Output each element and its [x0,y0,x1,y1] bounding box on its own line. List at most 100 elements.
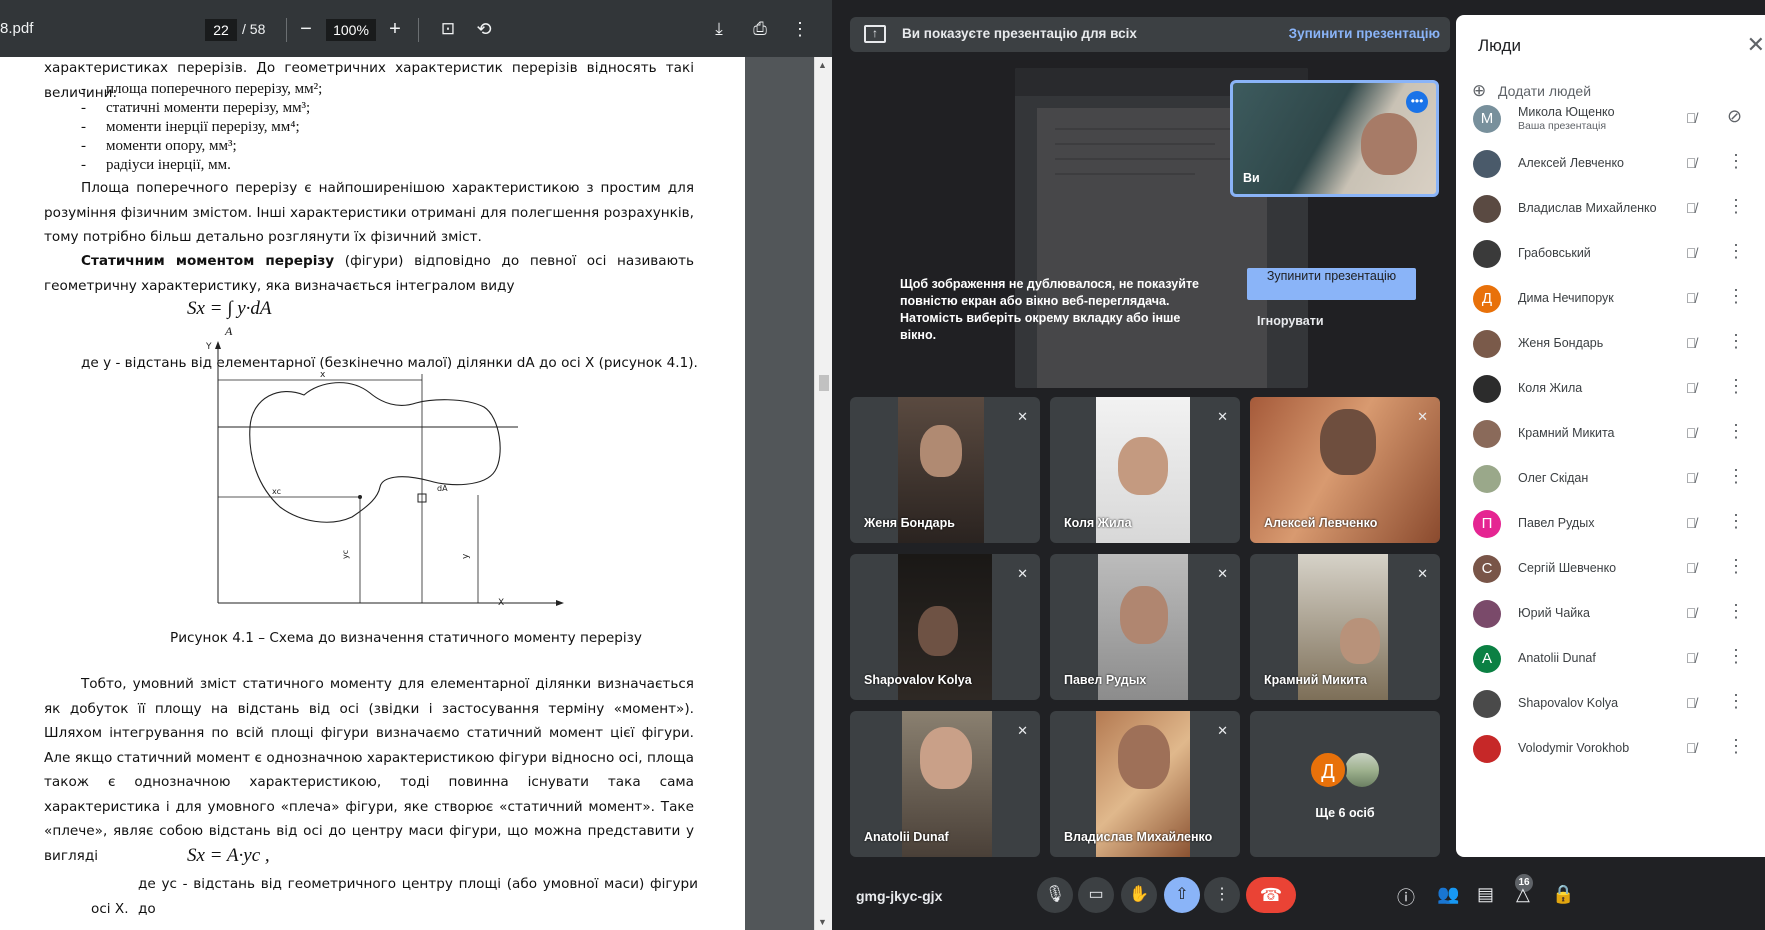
more-vert-icon[interactable]: ⋮ [1727,556,1745,577]
avatar: Д [1473,285,1501,313]
presentation-area: ••• Ви Щоб зображення не дублювалося, не… [850,60,1450,390]
participant-row[interactable]: Алексей Левченко 🎙̸ ⋮ [1456,143,1765,193]
scroll-up-icon[interactable]: ▲ [818,60,827,70]
more-vert-icon[interactable]: ⋮ [1727,241,1745,262]
more-vert-icon[interactable]: ⋮ [1727,376,1745,397]
participant-row[interactable]: Volodymir Vorokhob 🎙̸ ⋮ [1456,728,1765,778]
fit-page-icon[interactable]: ⊡ [433,14,463,44]
microphone-icon[interactable]: 🎙 [1037,877,1073,913]
formula-static-moment: Sx = ∫ y·dA [187,298,272,319]
more-vert-icon[interactable]: ⋮ [1727,601,1745,622]
participant-name: Олег Скідан [1518,471,1589,485]
chat-icon[interactable]: ▤ [1477,884,1494,905]
participant-row[interactable]: Олег Скідан 🎙̸ ⋮ [1456,458,1765,508]
participant-name: Shapovalov Kolya [1518,696,1619,710]
more-options-icon[interactable]: ••• [1406,91,1428,113]
more-participants-tile[interactable]: Д Ще 6 осіб [1250,711,1440,857]
mirror-warning-text: Щоб зображення не дублювалося, не показу… [900,277,1200,342]
info-icon[interactable]: ⓘ [1397,884,1415,910]
participant-tile[interactable]: ✕ Крамний Микита [1250,554,1440,700]
more-vert-icon[interactable]: ⋮ [1727,196,1745,217]
stop-presenting-button[interactable]: Зупинити презентацію [1247,268,1416,300]
participant-row[interactable]: Грабовський 🎙̸ ⋮ [1456,233,1765,283]
participant-row[interactable]: Коля Жила 🎙̸ ⋮ [1456,368,1765,418]
more-vert-icon[interactable]: ⋮ [1727,736,1745,757]
host-controls-icon[interactable]: 🔒 [1552,884,1574,905]
mic-off-icon: 🎙̸ [1686,155,1697,171]
print-icon[interactable]: ⎙ [745,14,775,44]
participant-row[interactable]: Владислав Михайленко 🎙̸ ⋮ [1456,188,1765,238]
zoom-out-button[interactable]: − [291,14,321,44]
pdf-scrollbar[interactable]: ▲ ▼ [814,57,832,930]
participant-tile[interactable]: ✕ Павел Рудых [1050,554,1240,700]
mic-off-icon: 🎙̸ [1686,245,1697,261]
participant-face [1118,725,1170,789]
present-screen-icon[interactable]: ⇧ [1164,877,1200,913]
participant-tile[interactable]: ✕ Shapovalov Kolya [850,554,1040,700]
participant-row[interactable]: Д Дима Нечипорук 🎙̸ ⋮ [1456,278,1765,328]
participant-row[interactable]: Крамний Микита 🎙̸ ⋮ [1456,413,1765,463]
more-participants-label: Ще 6 осіб [1315,806,1375,820]
more-options-icon[interactable]: ⋮ [1204,877,1240,913]
meet-window: ↑ Ви показуєте презентацію для всіх Зупи… [832,0,1765,930]
present-screen-icon: ↑ [864,25,886,43]
participant-name: Anatolii Dunaf [1518,651,1596,665]
participant-tile[interactable]: ✕ Коля Жила [1050,397,1240,543]
more-vert-icon[interactable]: ⋮ [1727,466,1745,487]
more-vert-icon[interactable]: ⋮ [1727,331,1745,352]
participant-row[interactable]: Shapovalov Kolya 🎙̸ ⋮ [1456,683,1765,733]
more-vert-icon[interactable]: ⋮ [1727,511,1745,532]
more-vert-icon[interactable]: ⋮ [1727,151,1745,172]
pdf-viewer: 8.pdf 22 / 58 − 100% + ⊡ ⟲ ⤓ ⎙ ⋮ характе… [0,0,832,930]
participant-row[interactable]: П Павел Рудых 🎙̸ ⋮ [1456,503,1765,553]
participant-row[interactable]: С Сергій Шевченко 🎙̸ ⋮ [1456,548,1765,598]
ignore-button[interactable]: Ігнорувати [1257,314,1324,328]
mic-off-icon: ✕ [1017,723,1028,738]
more-vert-icon[interactable]: ⋮ [1727,646,1745,667]
participant-face [1340,618,1380,664]
participant-row[interactable]: М Микола Ющенко Ваша презентація 🎙̸ ⊘ [1456,98,1765,148]
rotate-icon[interactable]: ⟲ [469,14,499,44]
participant-face [1118,437,1168,495]
download-icon[interactable]: ⤓ [704,14,734,44]
end-call-icon[interactable]: ☎ [1246,877,1296,913]
participant-tile[interactable]: ✕ Владислав Михайленко [1050,711,1240,857]
mic-off-icon: ✕ [1217,566,1228,581]
zoom-in-button[interactable]: + [380,14,410,44]
participant-tile[interactable]: ✕ Алексей Левченко [1250,397,1440,543]
participant-name: Владислав Михайленко [1518,201,1657,215]
mic-off-icon: 🎙̸ [1686,650,1697,666]
more-vert-icon[interactable]: ⋮ [1727,421,1745,442]
camera-icon[interactable]: ▭ [1078,877,1114,913]
zoom-input[interactable]: 100% [326,19,376,41]
participant-name: Shapovalov Kolya [864,673,972,687]
participant-tile[interactable]: ✕ Anatolii Dunaf [850,711,1040,857]
scroll-thumb[interactable] [819,375,829,391]
centroid-point [358,495,362,499]
avatar [1473,375,1501,403]
avatar: М [1473,105,1501,133]
page-number-input[interactable]: 22 [205,19,237,41]
avatar [1473,465,1501,493]
section-shape [249,382,501,523]
people-icon[interactable]: 👥 [1437,884,1459,905]
participant-row[interactable]: Юрий Чайка 🎙̸ ⋮ [1456,593,1765,643]
more-vert-icon[interactable]: ⋮ [785,14,815,44]
unpin-icon[interactable]: ⊘ [1727,106,1742,127]
people-panel: Люди ✕ ⊕ Додати людей М Микола Ющенко Ваша … [1456,15,1765,857]
activities-icon[interactable]: △ [1516,884,1530,905]
scroll-down-icon[interactable]: ▼ [818,917,827,927]
participant-tile[interactable]: ✕ Женя Бондарь [850,397,1040,543]
self-video-tile[interactable]: ••• Ви [1230,80,1439,197]
raise-hand-icon[interactable]: ✋ [1121,877,1157,913]
more-vert-icon[interactable]: ⋮ [1727,691,1745,712]
avatar [1473,240,1501,268]
more-vert-icon[interactable]: ⋮ [1727,286,1745,307]
banner-stop-link[interactable]: Зупинити презентацію [1289,26,1440,41]
avatar [1473,195,1501,223]
add-people-label: Додати людей [1498,83,1592,99]
close-icon[interactable]: ✕ [1747,32,1765,58]
participant-row[interactable]: Женя Бондарь 🎙̸ ⋮ [1456,323,1765,373]
participant-row[interactable]: A Anatolii Dunaf 🎙̸ ⋮ [1456,638,1765,688]
yc-label: yc [341,550,350,559]
